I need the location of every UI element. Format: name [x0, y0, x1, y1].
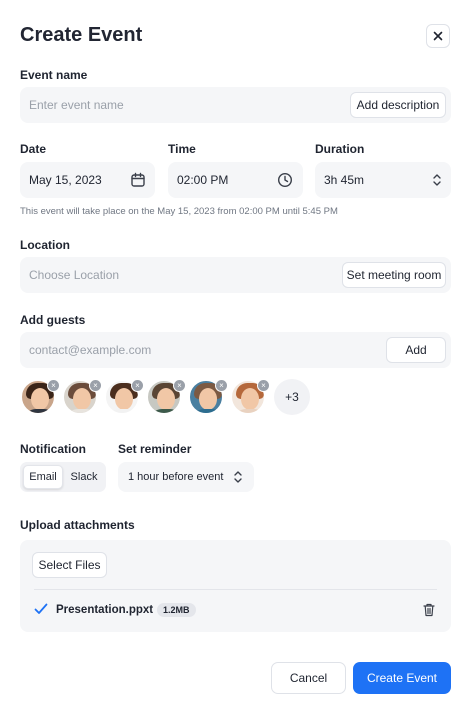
file-name: Presentation.ppxt	[56, 604, 154, 616]
notification-option-slack[interactable]: Slack	[65, 465, 103, 489]
event-name-label: Event name	[20, 68, 88, 82]
create-event-dialog: Create Event Event name Enter event name…	[0, 0, 473, 712]
date-picker[interactable]: May 15, 2023	[20, 162, 155, 198]
avatar-shirt	[24, 409, 54, 413]
guest-email-placeholder: contact@example.com	[29, 343, 152, 357]
avatar-shirt	[192, 409, 222, 413]
duration-select[interactable]: 3h 45m	[315, 162, 451, 198]
reminder-value: 1 hour before event	[128, 471, 224, 483]
clock-icon	[277, 172, 293, 188]
create-event-button[interactable]: Create Event	[353, 662, 451, 694]
avatar-face	[199, 388, 217, 410]
set-meeting-room-button[interactable]: Set meeting room	[342, 262, 446, 288]
check-icon	[34, 603, 48, 614]
avatar-face	[115, 388, 133, 410]
remove-guest-icon[interactable]: ×	[257, 379, 270, 392]
notification-label: Notification	[20, 442, 86, 456]
location-placeholder: Choose Location	[29, 268, 120, 282]
close-button[interactable]	[426, 24, 450, 48]
avatar-face	[241, 388, 259, 410]
remove-guest-icon[interactable]: ×	[131, 379, 144, 392]
reminder-label: Set reminder	[118, 442, 192, 456]
remove-guest-icon[interactable]: ×	[89, 379, 102, 392]
notification-option-email[interactable]: Email	[23, 465, 63, 489]
calendar-icon	[131, 172, 145, 187]
avatar-face	[157, 388, 175, 410]
more-guests-count[interactable]: +3	[274, 379, 310, 415]
cancel-button[interactable]: Cancel	[271, 662, 346, 694]
select-files-button[interactable]: Select Files	[32, 552, 107, 578]
avatar-shirt	[108, 409, 138, 413]
time-value: 02:00 PM	[177, 173, 229, 187]
date-value: May 15, 2023	[29, 173, 102, 187]
remove-guest-icon[interactable]: ×	[173, 379, 186, 392]
reminder-select[interactable]: 1 hour before event	[118, 462, 254, 492]
chevron-updown-icon	[433, 174, 441, 186]
add-description-button[interactable]: Add description	[350, 92, 446, 118]
add-guest-button[interactable]: Add	[386, 337, 446, 363]
time-label: Time	[168, 142, 196, 156]
duration-label: Duration	[315, 142, 365, 156]
dialog-title: Create Event	[20, 24, 143, 46]
duration-value: 3h 45m	[324, 173, 365, 187]
date-label: Date	[20, 142, 47, 156]
close-icon	[433, 31, 443, 41]
chevron-updown-icon	[234, 471, 242, 483]
event-name-placeholder: Enter event name	[29, 98, 124, 112]
avatar-shirt	[150, 409, 180, 413]
remove-guest-icon[interactable]: ×	[215, 379, 228, 392]
add-guests-label: Add guests	[20, 313, 86, 327]
file-size-badge: 1.2MB	[157, 603, 196, 617]
avatar-shirt	[66, 409, 96, 413]
trash-icon[interactable]	[423, 603, 435, 617]
event-summary-text: This event will take place on the May 15…	[20, 206, 338, 217]
attachments-divider	[34, 589, 437, 590]
remove-guest-icon[interactable]: ×	[47, 379, 60, 392]
attachments-panel: Select Files Presentation.ppxt 1.2MB	[20, 540, 451, 632]
location-label: Location	[20, 238, 70, 252]
avatar-shirt	[234, 409, 264, 413]
avatar-face	[73, 388, 91, 410]
avatar-face	[31, 388, 49, 410]
notification-channel-toggle: Email Slack	[20, 462, 106, 492]
upload-attachments-label: Upload attachments	[20, 518, 135, 532]
time-picker[interactable]: 02:00 PM	[168, 162, 303, 198]
